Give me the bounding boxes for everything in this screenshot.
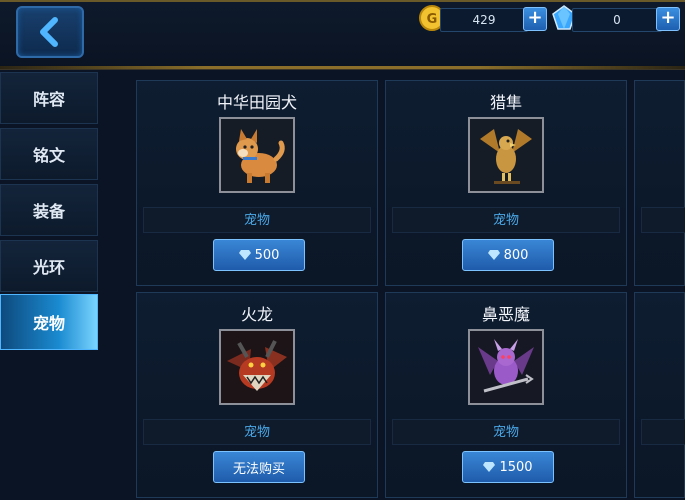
sidebar-item-label: 宠物 [32, 314, 65, 333]
buy-button[interactable]: 800 [462, 239, 554, 271]
gold-amount: 429 [440, 8, 528, 32]
price-label: 500 [254, 247, 280, 263]
sidebar-item-label: 装备 [32, 202, 65, 221]
pet-name: 鼻恶魔 [481, 305, 530, 324]
pet-shop-grid: 中华田园犬 宠物 500 猎隼 宠物 800 火龙 宠物 无法购买 鼻恶魔 宠物… [108, 72, 685, 500]
pet-card[interactable]: 猎隼 宠物 800 [385, 80, 627, 286]
gem-amount: 0 [572, 8, 662, 32]
sidebar-item-label: 铭文 [32, 146, 65, 165]
demon-icon [470, 331, 542, 403]
gem-icon [238, 250, 251, 260]
pet-name: 火龙 [240, 305, 273, 324]
chevron-left-icon [40, 17, 58, 47]
sidebar: 阵容 铭文 装备 光环 宠物 [0, 70, 98, 500]
falcon-icon [470, 119, 542, 191]
pet-name: 猎隼 [489, 93, 522, 112]
price-label: 800 [503, 247, 529, 263]
sidebar-item-inscription[interactable]: 铭文 [0, 128, 98, 180]
buy-button[interactable]: 500 [213, 239, 305, 271]
pet-type-label: 宠物 [143, 207, 371, 233]
dog-icon [221, 119, 293, 191]
pet-portrait [219, 117, 295, 193]
pet-type-label: 宠物 [143, 419, 371, 445]
sidebar-item-lineup[interactable]: 阵容 [0, 72, 98, 124]
buy-button[interactable]: 1500 [462, 451, 554, 483]
sidebar-item-label: 光环 [32, 258, 65, 277]
top-bar-divider [0, 66, 685, 69]
add-gem-button[interactable]: + [656, 7, 680, 31]
svg-text:G: G [427, 12, 438, 27]
pet-card-partial[interactable] [634, 292, 685, 498]
sidebar-item-aura[interactable]: 光环 [0, 240, 98, 292]
pet-card[interactable]: 鼻恶魔 宠物 1500 [385, 292, 627, 498]
price-label: 无法购买 [232, 461, 285, 477]
pet-portrait [219, 329, 295, 405]
pet-card-partial[interactable] [634, 80, 685, 286]
pet-portrait [468, 117, 544, 193]
back-button[interactable] [16, 6, 84, 58]
pet-type-label: 宠物 [392, 419, 620, 445]
pet-type-label-partial [641, 419, 685, 445]
sidebar-item-label: 阵容 [32, 90, 65, 109]
gem-icon [483, 462, 496, 472]
gem-icon [487, 250, 500, 260]
pet-name: 中华田园犬 [216, 93, 297, 112]
sidebar-item-pets[interactable]: 宠物 [0, 294, 98, 350]
unavailable-button[interactable]: 无法购买 [213, 451, 305, 483]
pet-type-label: 宠物 [392, 207, 620, 233]
pet-portrait [468, 329, 544, 405]
pet-card[interactable]: 中华田园犬 宠物 500 [136, 80, 378, 286]
add-gold-button[interactable]: + [523, 7, 547, 31]
price-label: 1500 [499, 459, 533, 475]
dragon-icon [221, 331, 293, 403]
sidebar-item-equipment[interactable]: 装备 [0, 184, 98, 236]
pet-card[interactable]: 火龙 宠物 无法购买 [136, 292, 378, 498]
pet-type-label-partial [641, 207, 685, 233]
